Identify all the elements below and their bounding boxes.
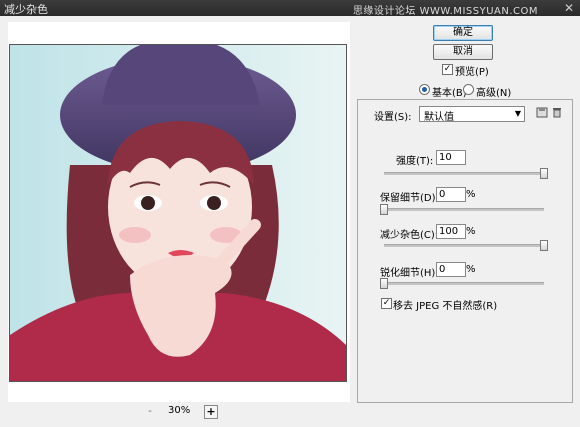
preserve-details-input[interactable]: 0 [436,187,466,202]
zoom-controls: - 30% + [140,405,230,421]
sharpen-details-unit: % [466,264,476,275]
basic-mode-label: 基本(B) [432,88,467,99]
remove-jpeg-artifact-checkbox[interactable]: ✓ [381,298,392,309]
basic-mode-radio[interactable] [419,84,430,95]
chevron-down-icon: ▼ [514,109,521,118]
remove-jpeg-artifact-label: 移去 JPEG 不自然感(R) [393,301,498,312]
settings-panel [357,99,573,403]
preserve-details-slider-thumb[interactable] [380,204,388,215]
title-bar: 减少杂色 思缘设计论坛 WWW.MISSYUAN.COM ✕ [0,0,580,17]
preserve-details-slider[interactable] [380,204,544,215]
cancel-button[interactable]: 取消 [433,44,493,60]
settings-dropdown[interactable]: 默认值 ▼ [419,106,525,123]
strength-input[interactable]: 10 [436,150,466,165]
settings-label: 设置(S): [374,112,412,123]
ok-button[interactable]: 确定 [433,25,493,41]
window-title: 减少杂色 [4,3,48,16]
zoom-out-button[interactable]: - [144,405,156,417]
sharpen-details-slider-thumb[interactable] [380,278,388,289]
save-settings-icon[interactable] [536,106,548,118]
zoom-level: 30% [168,405,191,416]
strength-slider-thumb[interactable] [540,168,548,179]
reduce-noise-slider-thumb[interactable] [540,240,548,251]
reduce-noise-label: 减少杂色(C): [380,230,439,241]
zoom-in-button[interactable]: + [204,405,218,419]
sharpen-details-slider[interactable] [380,278,544,289]
sharpen-details-label: 锐化细节(H): [380,268,439,279]
reduce-noise-unit: % [466,226,476,237]
sharpen-details-input[interactable]: 0 [436,262,466,277]
preview-checkbox[interactable]: ✓ [442,64,453,75]
close-icon[interactable]: ✕ [564,0,574,16]
preserve-details-label: 保留细节(D): [380,193,439,204]
advanced-mode-radio[interactable] [463,84,474,95]
preserve-details-unit: % [466,189,476,200]
trash-icon[interactable] [551,106,563,118]
portrait-photo [10,45,346,381]
strength-slider[interactable] [384,168,548,179]
strength-label: 强度(T): [396,156,434,167]
reduce-noise-input[interactable]: 100 [436,224,466,239]
preview-image[interactable] [9,44,347,382]
watermark-text: 思缘设计论坛 WWW.MISSYUAN.COM [352,6,538,17]
settings-value: 默认值 [424,112,454,123]
reduce-noise-slider[interactable] [384,240,548,251]
preview-label: 预览(P) [455,67,489,78]
advanced-mode-label: 高级(N) [476,88,512,99]
